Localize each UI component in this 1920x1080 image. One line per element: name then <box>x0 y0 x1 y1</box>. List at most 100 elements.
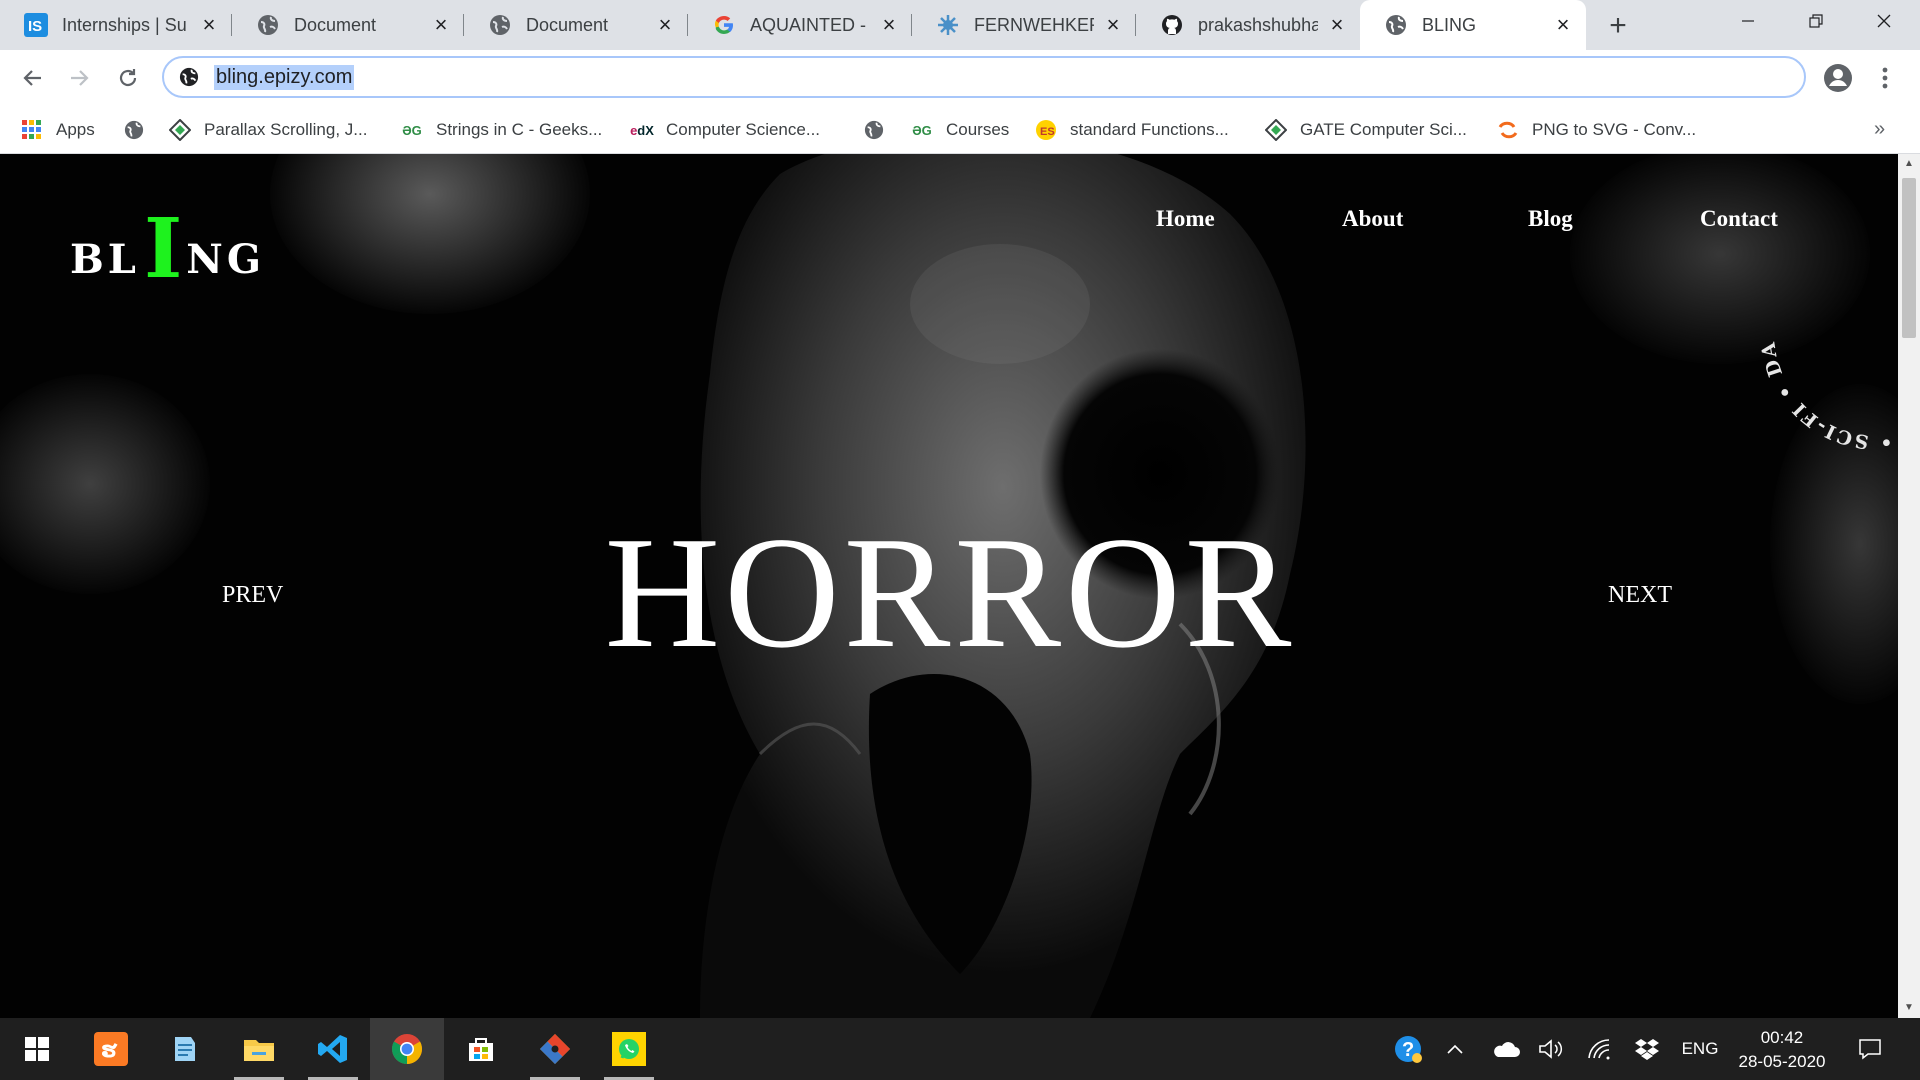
tab-fernwehker[interactable]: FERNWEHKER P × <box>912 0 1136 50</box>
scroll-up-icon[interactable]: ▲ <box>1903 158 1915 170</box>
globe-icon <box>122 118 146 142</box>
w3-icon: ES <box>1034 118 1058 142</box>
bookmark-strings-in-c[interactable]: ƏG Strings in C - Geeks... <box>400 116 602 144</box>
apps-grid-icon <box>20 118 44 142</box>
tab-document-1[interactable]: Document × <box>232 0 464 50</box>
taskbar-vscode[interactable] <box>296 1018 370 1080</box>
close-icon[interactable]: × <box>1326 12 1348 37</box>
dropbox-icon <box>1635 1039 1659 1060</box>
bookmark-computer-science[interactable]: e dX Computer Science... <box>630 116 820 144</box>
bookmark-standard-functions[interactable]: ES standard Functions... <box>1034 116 1229 144</box>
more-bookmarks-button[interactable]: » <box>1874 118 1885 141</box>
tab-title: AQUAINTED - G <box>750 14 870 35</box>
minimize-button[interactable] <box>1714 0 1782 42</box>
logo-text-end: NG <box>186 236 266 284</box>
taskbar-chrome[interactable] <box>370 1018 444 1080</box>
logo-text-start: BL <box>70 236 140 284</box>
site-logo[interactable]: BL I NG <box>70 201 266 297</box>
speaker-icon <box>1539 1039 1563 1059</box>
svg-text:ES: ES <box>1040 126 1055 138</box>
language-indicator[interactable]: ENG <box>1674 1018 1726 1080</box>
scroll-down-icon[interactable]: ▼ <box>1903 1002 1915 1014</box>
taskbar-file-explorer[interactable] <box>222 1018 296 1080</box>
reload-icon <box>119 69 137 87</box>
bookmark-courses[interactable]: ƏG Courses <box>910 116 1009 144</box>
google-icon <box>712 13 736 37</box>
prev-button[interactable]: PREV <box>222 582 283 609</box>
next-button[interactable]: NEXT <box>1608 582 1672 609</box>
whatsapp-icon <box>612 1032 646 1066</box>
bookmark-globe-2[interactable] <box>862 116 898 144</box>
volume-tray[interactable] <box>1532 1018 1570 1080</box>
bookmark-apps[interactable]: Apps <box>20 116 95 144</box>
close-icon[interactable]: × <box>878 12 900 37</box>
svg-text:ຮ: ຮ <box>101 1038 118 1062</box>
help-tray[interactable]: ? <box>1388 1018 1428 1080</box>
close-icon[interactable]: × <box>1552 12 1574 37</box>
globe-icon <box>178 66 200 88</box>
windows-taskbar: ຮ ? ENG 00:42 28-05-2020 <box>0 1018 1920 1080</box>
bookmark-label: Apps <box>56 120 95 139</box>
tab-bling[interactable]: BLING × <box>1360 0 1586 50</box>
network-tray[interactable] <box>1580 1018 1618 1080</box>
page-scrollbar[interactable]: ▲ ▼ <box>1898 154 1920 1018</box>
diamond-icon <box>168 118 192 142</box>
converter-icon <box>1496 118 1520 142</box>
onedrive-tray[interactable] <box>1486 1018 1526 1080</box>
taskbar-notepad[interactable] <box>148 1018 222 1080</box>
taskbar-whatsapp[interactable] <box>592 1018 666 1080</box>
diamond-icon <box>1264 118 1288 142</box>
restore-button[interactable] <box>1782 0 1850 42</box>
system-clock[interactable]: 00:42 28-05-2020 <box>1726 1026 1838 1074</box>
bookmark-png-to-svg[interactable]: PNG to SVG - Conv... <box>1496 116 1696 144</box>
store-icon <box>469 1038 493 1061</box>
tab-title: Document <box>294 14 377 35</box>
nav-about[interactable]: About <box>1342 206 1403 232</box>
nav-home[interactable]: Home <box>1156 206 1215 232</box>
start-button[interactable] <box>0 1018 74 1080</box>
xampp-icon: ຮ <box>94 1032 128 1066</box>
browser-menu-button[interactable] <box>1870 60 1900 96</box>
close-window-button[interactable] <box>1850 0 1918 42</box>
globe-icon <box>256 13 280 37</box>
tab-title: prakashshubhar <box>1198 14 1318 35</box>
github-icon <box>1160 13 1184 37</box>
globe-icon <box>862 118 886 142</box>
nav-blog[interactable]: Blog <box>1528 206 1573 232</box>
logo-highlight-letter: I <box>143 201 183 297</box>
show-hidden-icons[interactable] <box>1438 1018 1472 1080</box>
bookmark-label: standard Functions... <box>1070 120 1229 139</box>
dropbox-tray[interactable] <box>1628 1018 1666 1080</box>
close-icon[interactable]: × <box>1102 12 1124 37</box>
tab-document-2[interactable]: Document × <box>464 0 688 50</box>
scrollbar-thumb[interactable] <box>1902 178 1916 338</box>
back-button[interactable] <box>14 60 50 96</box>
tab-aquainted[interactable]: AQUAINTED - G × <box>688 0 912 50</box>
globe-icon <box>1384 13 1408 37</box>
bookmark-gate[interactable]: GATE Computer Sci... <box>1264 116 1467 144</box>
profile-button[interactable] <box>1820 60 1856 96</box>
bookmark-globe-1[interactable] <box>122 116 158 144</box>
svg-text:IS: IS <box>28 18 42 35</box>
tab-github[interactable]: prakashshubhar × <box>1136 0 1360 50</box>
vscode-icon <box>318 1035 347 1063</box>
taskbar-git[interactable] <box>518 1018 592 1080</box>
new-tab-button[interactable]: + <box>1600 8 1636 44</box>
windows-start-icon <box>25 1037 49 1061</box>
close-icon[interactable]: × <box>654 12 676 37</box>
chevron-up-icon <box>1447 1044 1463 1054</box>
close-icon[interactable]: × <box>198 12 220 37</box>
close-icon <box>1877 14 1891 28</box>
action-center-button[interactable] <box>1850 1018 1890 1080</box>
taskbar-store[interactable] <box>444 1018 518 1080</box>
bookmark-parallax[interactable]: Parallax Scrolling, J... <box>168 116 367 144</box>
tab-internships[interactable]: IS Internships | Su × <box>0 0 232 50</box>
forward-button[interactable] <box>62 60 98 96</box>
taskbar-xampp[interactable]: ຮ <box>74 1018 148 1080</box>
reload-button[interactable] <box>110 60 146 96</box>
address-bar[interactable]: bling.epizy.com <box>162 56 1806 98</box>
url-text[interactable]: bling.epizy.com <box>214 64 355 90</box>
close-icon[interactable]: × <box>430 12 452 37</box>
geeksforgeeks-icon: ƏG <box>402 122 422 138</box>
web-page: BL I NG Home About Blog Contact HORROR •… <box>0 154 1898 1018</box>
